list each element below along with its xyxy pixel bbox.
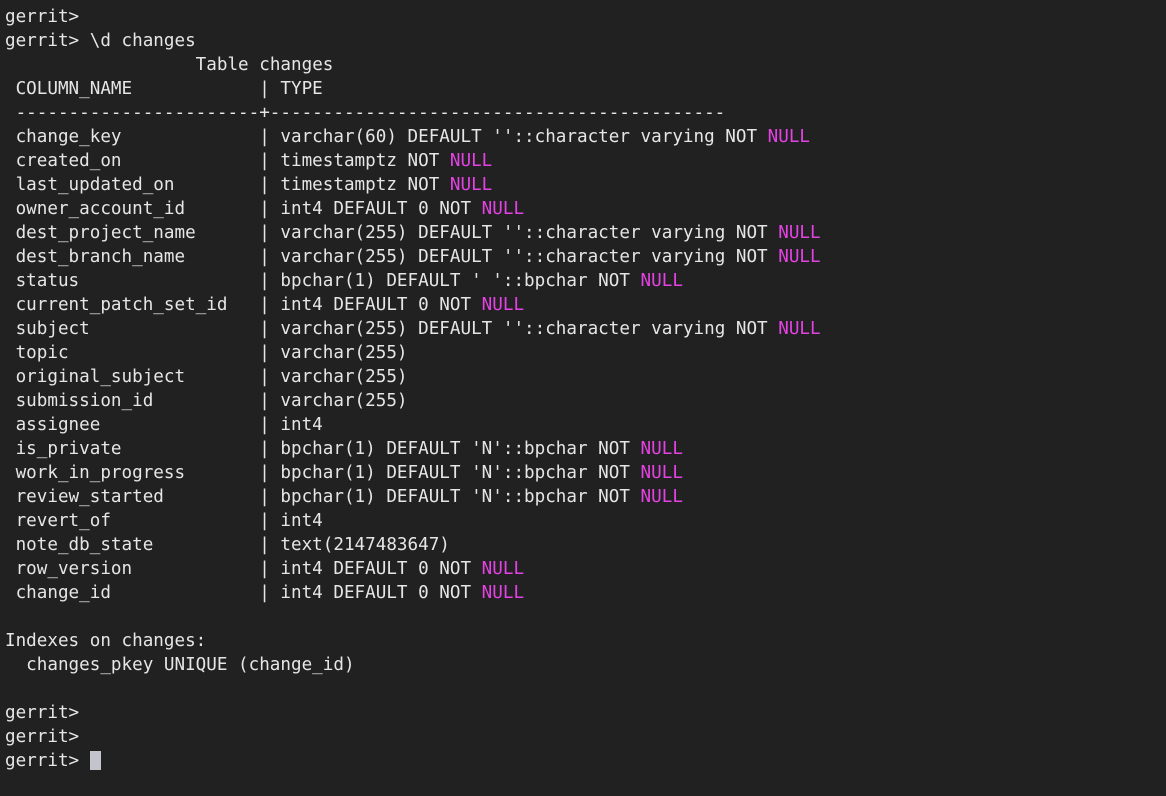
null-keyword: NULL [640,271,683,291]
table-cell-column-name: is_private | [5,439,281,459]
table-cell-type: varchar(255) DEFAULT ''::character varyi… [280,223,779,243]
table-title-text: Table changes [195,55,334,75]
table-cell-type: int4 [280,511,323,531]
null-keyword: NULL [778,223,821,243]
table-cell-column-name: created_on | [5,151,281,171]
table-row: change_id | int4 DEFAULT 0 NOT NULL [5,581,1166,605]
terminal-window[interactable]: gerrit> gerrit> \d changes Table changes… [0,0,1166,796]
table-cell-column-name: dest_branch_name | [5,247,281,267]
table-cell-type: timestamptz NOT [280,175,450,195]
table-row: submission_id | varchar(255) [5,389,1166,413]
table-cell-column-name: change_key | [5,127,281,147]
table-row: work_in_progress | bpchar(1) DEFAULT 'N'… [5,461,1166,485]
table-cell-type: varchar(60) DEFAULT ''::character varyin… [280,127,768,147]
table-body: change_key | varchar(60) DEFAULT ''::cha… [5,125,1166,605]
table-cell-column-name: review_started | [5,487,281,507]
table-row: topic | varchar(255) [5,341,1166,365]
table-cell-column-name: revert_of | [5,511,281,531]
table-row: original_subject | varchar(255) [5,365,1166,389]
table-cell-type: int4 DEFAULT 0 NOT [280,295,482,315]
table-cell-type: bpchar(1) DEFAULT 'N'::bpchar NOT [280,439,641,459]
table-row: revert_of | int4 [5,509,1166,533]
table-cell-column-name: subject | [5,319,281,339]
table-cell-type: varchar(255) [280,391,408,411]
null-keyword: NULL [481,295,525,315]
terminal-line-active-prompt[interactable]: gerrit> [5,749,1166,773]
active-prompt-text: gerrit> [5,751,90,771]
table-row: owner_account_id | int4 DEFAULT 0 NOT NU… [5,197,1166,221]
null-keyword: NULL [449,151,493,171]
table-cell-type: bpchar(1) DEFAULT ' '::bpchar NOT [280,271,641,291]
terminal-line-prompt-1: gerrit> [5,703,80,723]
table-row: last_updated_on | timestamptz NOT NULL [5,173,1166,197]
table-cell-column-name: assignee | [5,415,281,435]
table-cell-column-name: status | [5,271,281,291]
table-row: dest_branch_name | varchar(255) DEFAULT … [5,245,1166,269]
null-keyword: NULL [481,559,525,579]
table-row: note_db_state | text(2147483647) [5,533,1166,557]
table-row: current_patch_set_id | int4 DEFAULT 0 NO… [5,293,1166,317]
table-row: review_started | bpchar(1) DEFAULT 'N'::… [5,485,1166,509]
table-row: subject | varchar(255) DEFAULT ''::chara… [5,317,1166,341]
table-title-indent [5,55,196,75]
null-keyword: NULL [640,439,683,459]
table-cell-type: int4 DEFAULT 0 NOT [280,559,482,579]
table-cell-column-name: current_patch_set_id | [5,295,281,315]
table-separator-row: -----------------------+----------------… [5,103,726,123]
table-cell-type: varchar(255) DEFAULT ''::character varyi… [280,247,779,267]
table-cell-type: varchar(255) DEFAULT ''::character varyi… [280,319,779,339]
table-cell-type: int4 DEFAULT 0 NOT [280,199,482,219]
table-cell-column-name: dest_project_name | [5,223,281,243]
table-cell-column-name: original_subject | [5,367,281,387]
terminal-line-command: gerrit> \d changes [5,31,196,51]
table-cell-type: varchar(255) [280,343,408,363]
null-keyword: NULL [778,247,821,267]
table-cell-column-name: last_updated_on | [5,175,281,195]
null-keyword: NULL [481,199,525,219]
table-cell-column-name: topic | [5,343,281,363]
table-cell-type: int4 [280,415,323,435]
table-header-row: COLUMN_NAME | TYPE [5,79,323,99]
table-cell-column-name: row_version | [5,559,281,579]
null-keyword: NULL [640,463,683,483]
text-cursor [89,751,101,770]
terminal-line-prompt-2: gerrit> [5,727,80,747]
null-keyword: NULL [640,487,683,507]
table-cell-type: text(2147483647) [280,535,450,555]
table-cell-type: int4 DEFAULT 0 NOT [280,583,482,603]
null-keyword: NULL [778,319,821,339]
table-title: Table changes [5,53,1166,77]
table-cell-column-name: owner_account_id | [5,199,281,219]
terminal-line-prompt-blank: gerrit> [5,7,80,27]
table-cell-column-name: work_in_progress | [5,463,281,483]
table-row: status | bpchar(1) DEFAULT ' '::bpchar N… [5,269,1166,293]
table-cell-type: varchar(255) [280,367,408,387]
table-cell-type: timestamptz NOT [280,151,450,171]
null-keyword: NULL [481,583,525,603]
null-keyword: NULL [449,175,493,195]
table-row: change_key | varchar(60) DEFAULT ''::cha… [5,125,1166,149]
table-row: dest_project_name | varchar(255) DEFAULT… [5,221,1166,245]
table-row: created_on | timestamptz NOT NULL [5,149,1166,173]
table-row: assignee | int4 [5,413,1166,437]
indexes-entry: changes_pkey UNIQUE (change_id) [5,655,355,675]
null-keyword: NULL [767,127,811,147]
table-cell-column-name: change_id | [5,583,281,603]
table-cell-type: bpchar(1) DEFAULT 'N'::bpchar NOT [280,463,641,483]
table-cell-type: bpchar(1) DEFAULT 'N'::bpchar NOT [280,487,641,507]
table-cell-column-name: submission_id | [5,391,281,411]
indexes-heading: Indexes on changes: [5,631,207,651]
table-row: row_version | int4 DEFAULT 0 NOT NULL [5,557,1166,581]
table-row: is_private | bpchar(1) DEFAULT 'N'::bpch… [5,437,1166,461]
table-cell-column-name: note_db_state | [5,535,281,555]
